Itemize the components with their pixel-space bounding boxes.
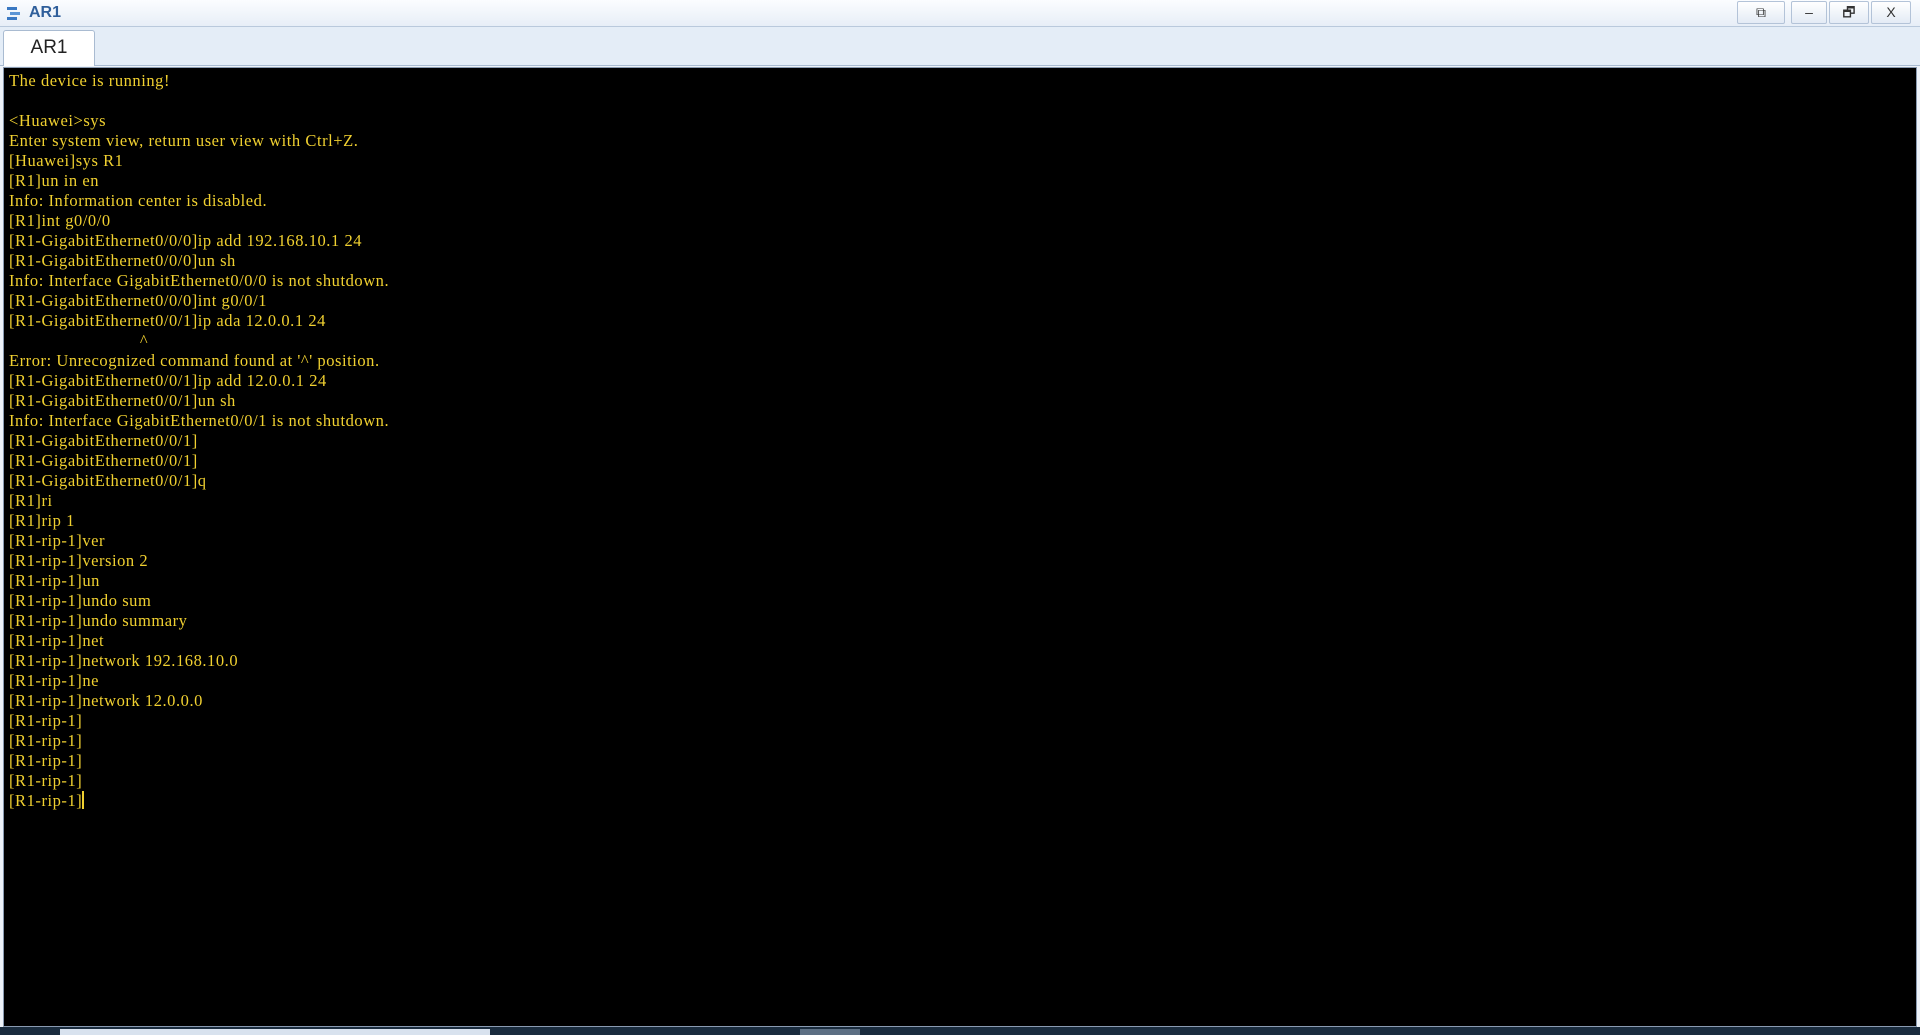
taskbar-segment bbox=[800, 1029, 860, 1035]
terminal-line: [R1-rip-1] bbox=[9, 751, 83, 770]
terminal-line: [R1-GigabitEthernet0/0/1]un sh bbox=[9, 391, 236, 410]
restore-window-icon: ⧉ bbox=[1756, 4, 1766, 20]
terminal-line: [R1-GigabitEthernet0/0/1]q bbox=[9, 471, 207, 490]
terminal-line: [R1-rip-1]ver bbox=[9, 531, 106, 550]
terminal-line: Enter system view, return user view with… bbox=[9, 131, 359, 150]
terminal-line: ^ bbox=[9, 331, 149, 350]
terminal-line: [R1-rip-1]undo summary bbox=[9, 611, 188, 630]
terminal-line: [R1-rip-1] bbox=[9, 711, 83, 730]
terminal-window: AR1 ⧉ – 🗗 X AR1 The device is running! <H… bbox=[0, 0, 1920, 1035]
terminal-line: [R1]ri bbox=[9, 491, 53, 510]
terminal-line: Info: Information center is disabled. bbox=[9, 191, 268, 210]
title-bar[interactable]: AR1 ⧉ – 🗗 X bbox=[0, 0, 1920, 27]
window-title: AR1 bbox=[29, 4, 62, 21]
terminal-line: Info: Interface GigabitEthernet0/0/0 is … bbox=[9, 271, 390, 290]
terminal-line: [R1-rip-1]undo sum bbox=[9, 591, 152, 610]
maximize-button[interactable]: 🗗 bbox=[1829, 1, 1869, 24]
terminal-line: [R1]rip 1 bbox=[9, 511, 75, 530]
terminal-line: [R1-rip-1]network 12.0.0.0 bbox=[9, 691, 203, 710]
taskbar-segment bbox=[60, 1029, 490, 1035]
terminal-line: [R1-rip-1]network 192.168.10.0 bbox=[9, 651, 239, 670]
terminal-line: [R1-GigabitEthernet0/0/0]un sh bbox=[9, 251, 236, 270]
terminal-line: [R1-rip-1]ne bbox=[9, 671, 99, 690]
terminal-line: [R1-rip-1] bbox=[9, 731, 83, 750]
terminal-line: [R1-GigabitEthernet0/0/1]ip add 12.0.0.1… bbox=[9, 371, 327, 390]
terminal-line: [R1-GigabitEthernet0/0/0]int g0/0/1 bbox=[9, 291, 268, 310]
terminal-line: Info: Interface GigabitEthernet0/0/1 is … bbox=[9, 411, 390, 430]
terminal-line: [R1-rip-1]version 2 bbox=[9, 551, 149, 570]
maximize-icon: 🗗 bbox=[1842, 4, 1856, 20]
terminal-line: [Huawei]sys R1 bbox=[9, 151, 124, 170]
restore-window-button[interactable]: ⧉ bbox=[1737, 1, 1785, 24]
close-icon: X bbox=[1886, 4, 1896, 20]
terminal-line: [R1-rip-1] bbox=[9, 771, 83, 790]
tab-label: AR1 bbox=[30, 37, 68, 58]
terminal-line: [R1]un in en bbox=[9, 171, 100, 190]
terminal-line: [R1-GigabitEthernet0/0/0]ip add 192.168.… bbox=[9, 231, 363, 250]
text-cursor bbox=[82, 791, 85, 809]
router-app-icon bbox=[7, 7, 20, 20]
terminal-line: [R1]int g0/0/0 bbox=[9, 211, 111, 230]
terminal-line: <Huawei>sys bbox=[9, 111, 107, 130]
terminal-line: [R1-rip-1] bbox=[9, 791, 85, 810]
bottom-bar bbox=[0, 1027, 1920, 1035]
terminal-line: [R1-rip-1]un bbox=[9, 571, 100, 590]
terminal-line: [R1-GigabitEthernet0/0/1] bbox=[9, 451, 198, 470]
tab-ar1[interactable]: AR1 bbox=[3, 30, 95, 66]
tab-strip: AR1 bbox=[0, 27, 1920, 66]
terminal-line: [R1-rip-1]net bbox=[9, 631, 105, 650]
minimize-button[interactable]: – bbox=[1791, 1, 1827, 24]
terminal-console[interactable]: The device is running! <Huawei>sys Enter s… bbox=[3, 67, 1917, 1027]
close-button[interactable]: X bbox=[1871, 1, 1911, 24]
terminal-line: Error: Unrecognized command found at '^'… bbox=[9, 351, 380, 370]
terminal-line: [R1-GigabitEthernet0/0/1] bbox=[9, 431, 198, 450]
terminal-line: [R1-GigabitEthernet0/0/1]ip ada 12.0.0.1… bbox=[9, 311, 326, 330]
minimize-icon: – bbox=[1805, 4, 1813, 20]
terminal-line: The device is running! bbox=[9, 71, 171, 90]
